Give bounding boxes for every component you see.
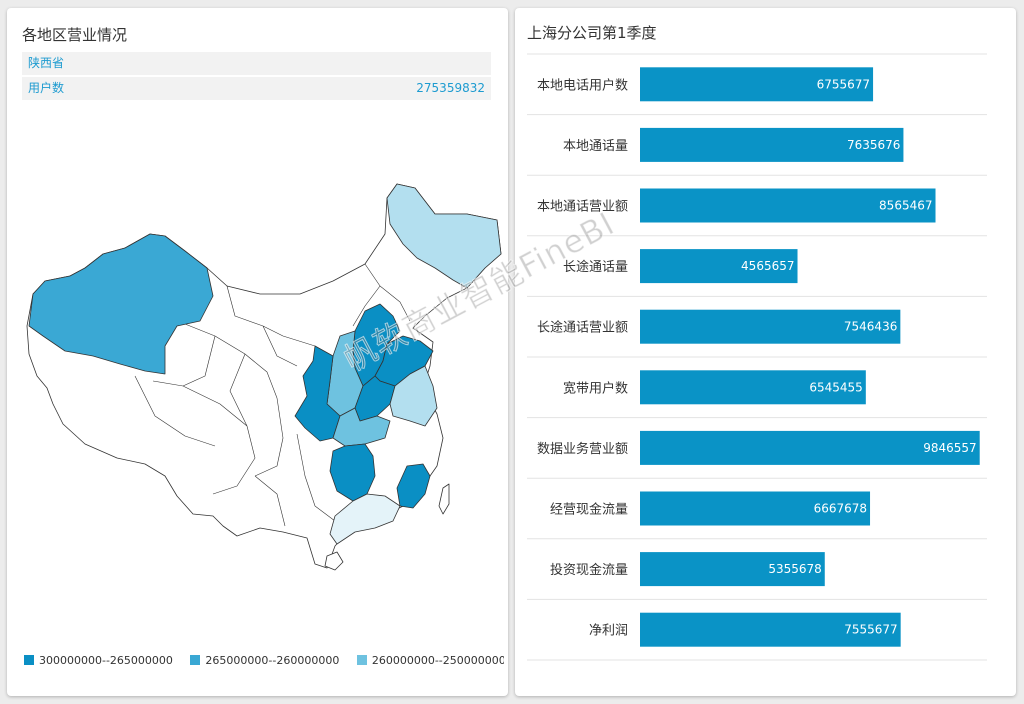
tooltip-metric-value: 275359832 [416,81,485,95]
category-label: 净利润 [589,624,628,639]
legend-swatch-2 [356,655,367,665]
category-label: 投资现金流量 [550,562,628,578]
category-label: 本地电话用户数 [537,77,628,93]
bar-value-label: 5355678 [768,562,821,576]
tooltip-metric-row: 用户数 275359832 [22,77,491,100]
category-label: 数据业务营业额 [537,441,628,457]
category-label: 本地通话量 [563,139,628,154]
bar-value-label: 7555677 [844,623,897,637]
legend-item-1[interactable]: 265000000--260000000 [190,654,339,667]
map-panel-title: 各地区营业情况 [22,26,128,44]
bar-value-label: 6545455 [809,380,862,394]
bar-value-label: 4565657 [741,259,794,273]
region-map-panel: 各地区营业情况 陕西省 用户数 275359832 300000000--265… [7,8,508,696]
category-label: 本地通话营业额 [537,200,628,215]
bar-value-label: 6755677 [817,77,870,91]
category-label: 经营现金流量 [550,502,628,518]
bar-value-label: 9846557 [923,441,976,455]
china-choropleth-map[interactable] [15,176,505,596]
category-label: 宽带用户数 [563,380,628,396]
bar-value-label: 8565467 [879,199,932,213]
kpi-bar-chart: 上海分公司第1季度本地电话用户数 6755677 本地通话量 7635676 本地通话营… [527,24,987,661]
map-tooltip: 陕西省 用户数 275359832 [22,52,491,100]
legend-swatch-0 [24,655,34,665]
category-label: 长途通话营业额 [537,320,628,336]
category-label: 长途通话量 [563,259,628,275]
legend-label-2: 260000000--250000000 [371,654,504,667]
tooltip-region-row: 陕西省 [22,52,491,75]
legend-item-2[interactable]: 260000000--250000000 [356,654,504,667]
map-legend: 300000000--265000000 265000000--26000000… [24,654,504,667]
bar-chart-panel: 上海分公司第1季度本地电话用户数 6755677 本地通话量 7635676 本地通话营… [515,8,1016,696]
region-taiwan[interactable] [438,483,450,515]
bar-value-label: 7546436 [844,320,897,334]
tooltip-metric-label: 用户数 [28,81,65,95]
legend-label-0: 300000000--265000000 [39,654,173,667]
bar-value-label: 6667678 [814,502,867,516]
legend-item-0[interactable]: 300000000--265000000 [24,654,173,667]
legend-label-1: 265000000--260000000 [205,654,340,667]
bar-value-label: 7635676 [847,138,900,152]
legend-swatch-1 [190,655,201,665]
tooltip-region: 陕西省 [28,56,65,70]
chart-title: 上海分公司第1季度 [527,24,657,42]
